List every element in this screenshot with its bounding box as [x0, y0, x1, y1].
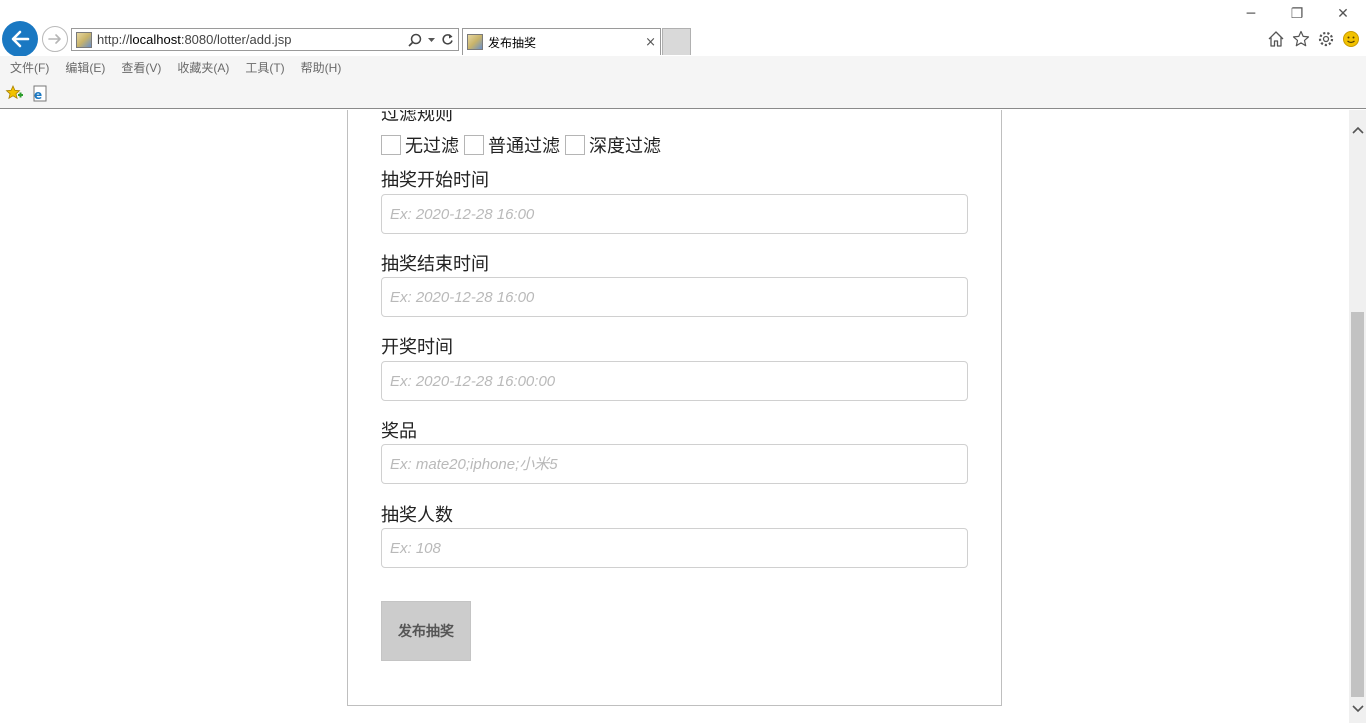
scroll-thumb[interactable]	[1351, 312, 1364, 697]
add-favorite-icon[interactable]	[5, 84, 23, 102]
scroll-down-icon[interactable]	[1349, 699, 1366, 719]
deep-filter-label: 深度过滤	[589, 136, 661, 157]
suggested-sites-icon[interactable]: e	[31, 85, 48, 102]
menu-help[interactable]: 帮助(H)	[301, 59, 342, 76]
normal-filter-label: 普通过滤	[488, 136, 560, 157]
address-url[interactable]: http://localhost:8080/lotter/add.jsp	[97, 32, 408, 47]
browser-chrome: http://localhost:8080/lotter/add.jsp 发布抽…	[0, 0, 1366, 109]
draw-time-input[interactable]	[381, 361, 968, 401]
tab-lottery[interactable]: 发布抽奖 ×	[462, 28, 661, 55]
tab-title: 发布抽奖	[488, 35, 537, 50]
prize-label: 奖品	[381, 421, 417, 442]
gear-icon[interactable]	[1316, 29, 1335, 48]
favorites-bar: e	[0, 78, 1366, 108]
lottery-form-card: 过滤规则 无过滤 普通过滤 深度过滤 抽奖开始时间 抽奖结束时间 开奖时间 奖品…	[347, 110, 1002, 706]
checkbox-no-filter[interactable]	[381, 135, 401, 155]
scroll-up-icon[interactable]	[1349, 120, 1366, 140]
end-time-label: 抽奖结束时间	[381, 254, 489, 275]
page-favicon-icon	[76, 31, 92, 48]
address-bar[interactable]: http://localhost:8080/lotter/add.jsp	[71, 28, 459, 51]
window-controls: ─ ❐ ✕	[1228, 4, 1366, 24]
close-window-icon[interactable]: ✕	[1320, 4, 1366, 24]
svg-text:e: e	[34, 88, 42, 102]
home-icon[interactable]	[1266, 29, 1285, 48]
winners-count-label: 抽奖人数	[381, 505, 453, 526]
menu-view[interactable]: 查看(V)	[121, 59, 161, 76]
checkbox-deep-filter[interactable]	[565, 135, 585, 155]
filter-options: 无过滤 普通过滤 深度过滤	[381, 132, 666, 158]
filter-rule-label: 过滤规则	[381, 110, 453, 125]
menu-file[interactable]: 文件(F)	[10, 59, 49, 76]
arrow-right-icon	[48, 34, 61, 44]
menu-tools[interactable]: 工具(T)	[245, 59, 284, 76]
page-viewport: 过滤规则 无过滤 普通过滤 深度过滤 抽奖开始时间 抽奖结束时间 开奖时间 奖品…	[0, 110, 1349, 723]
new-tab-button[interactable]	[662, 28, 691, 55]
dropdown-arrow-icon[interactable]	[428, 37, 435, 43]
url-prefix: http://	[97, 32, 130, 47]
no-filter-label: 无过滤	[405, 136, 459, 157]
close-tab-icon[interactable]: ×	[645, 35, 660, 50]
menu-edit[interactable]: 编辑(E)	[65, 59, 105, 76]
draw-time-label: 开奖时间	[381, 337, 453, 358]
back-button[interactable]	[2, 21, 38, 57]
publish-lottery-button[interactable]: 发布抽奖	[381, 601, 471, 661]
prize-input[interactable]	[381, 444, 968, 484]
end-time-input[interactable]	[381, 277, 968, 317]
restore-icon[interactable]: ❐	[1274, 4, 1320, 24]
search-icon[interactable]	[408, 33, 422, 47]
arrow-left-icon	[11, 30, 30, 48]
refresh-icon[interactable]	[441, 33, 454, 46]
forward-button[interactable]	[42, 26, 68, 52]
menu-bar: 文件(F) 编辑(E) 查看(V) 收藏夹(A) 工具(T) 帮助(H)	[0, 56, 1366, 78]
start-time-label: 抽奖开始时间	[381, 170, 489, 191]
url-rest: :8080/lotter/add.jsp	[180, 32, 292, 47]
toolbar-icons	[1266, 29, 1360, 48]
checkbox-normal-filter[interactable]	[464, 135, 484, 155]
vertical-scrollbar[interactable]	[1349, 110, 1366, 723]
minimize-icon[interactable]: ─	[1228, 4, 1274, 24]
favorites-star-icon[interactable]	[1291, 29, 1310, 48]
smiley-feedback-icon[interactable]	[1341, 29, 1360, 48]
menu-favorites[interactable]: 收藏夹(A)	[177, 59, 229, 76]
start-time-input[interactable]	[381, 194, 968, 234]
winners-count-input[interactable]	[381, 528, 968, 568]
url-host: localhost	[129, 32, 181, 47]
tab-favicon-icon	[467, 34, 483, 50]
